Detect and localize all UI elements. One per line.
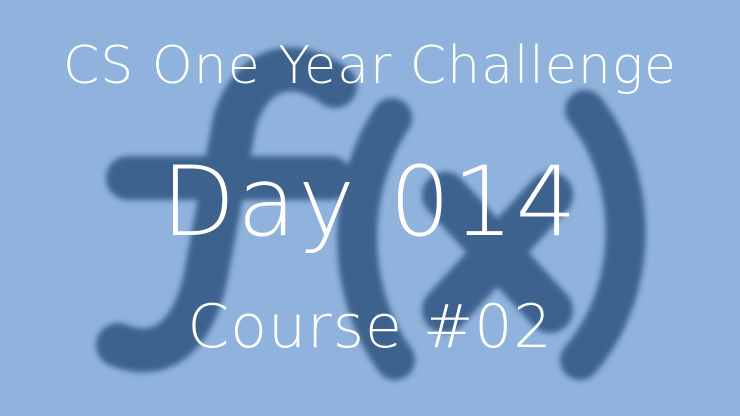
day-heading: Day 014	[161, 146, 579, 258]
challenge-title: CS One Year Challenge	[62, 36, 678, 96]
thumbnail-canvas: CS One Year Challenge Day 014 Course #02	[0, 0, 740, 416]
course-label: Course #02	[187, 292, 553, 362]
